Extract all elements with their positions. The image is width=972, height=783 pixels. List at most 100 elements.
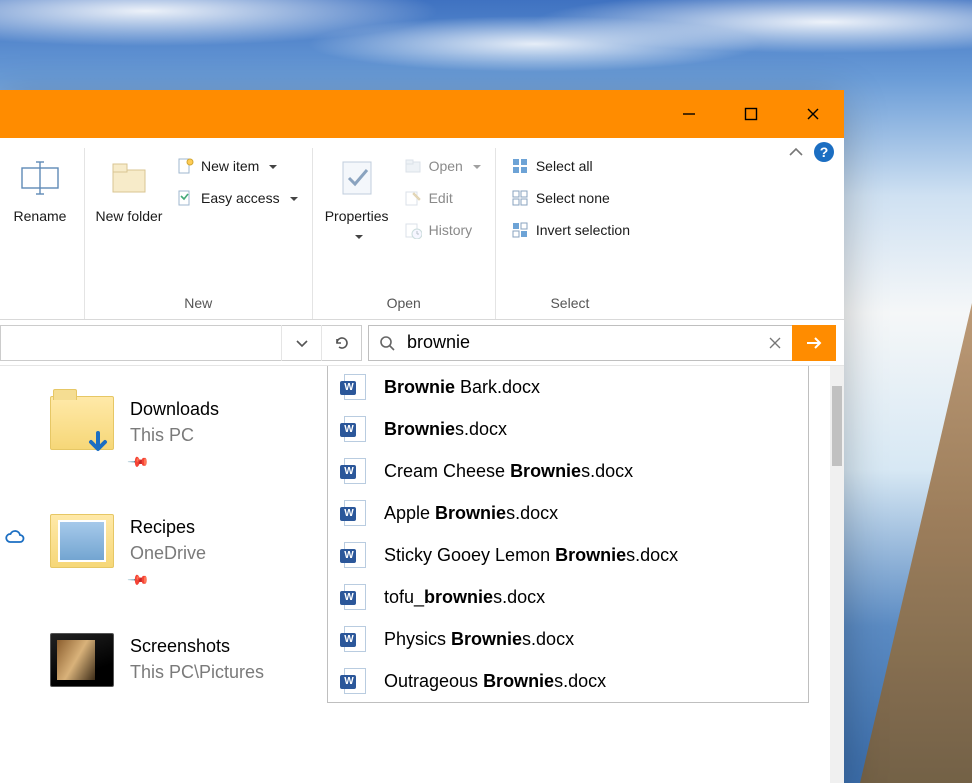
collapse-ribbon-icon[interactable] [788,146,804,158]
suggestion-text: Outrageous Brownies.docx [384,671,606,692]
suggestion-text: Cream Cheese Brownies.docx [384,461,633,482]
new-item-button[interactable]: New item [169,154,304,178]
ribbon-group-select: Select all Select none Invert selection [496,148,644,319]
edit-button[interactable]: Edit [397,186,487,210]
search-box [368,325,836,361]
cloud-status-icon [4,530,26,546]
search-icon [369,334,405,352]
scrollbar[interactable] [830,366,844,783]
ribbon-group-organize: Rename [0,148,85,319]
select-none-icon [510,188,530,208]
folder-path: This PC\Pictures [130,659,264,685]
new-folder-icon [105,154,153,202]
select-all-button[interactable]: Select all [504,154,636,178]
search-suggestion-item[interactable]: Outrageous Brownies.docx [328,660,808,702]
file-explorer-window: ? Rename New fold [0,90,844,783]
rename-button[interactable]: Rename [4,148,76,224]
word-doc-icon [344,668,366,694]
clear-search-button[interactable] [758,336,792,350]
refresh-button[interactable] [321,325,361,361]
suggestion-text: tofu_brownies.docx [384,587,545,608]
close-button[interactable] [782,90,844,138]
group-open-label: Open [387,295,421,319]
history-button[interactable]: History [397,218,487,242]
navigation-row [0,320,844,366]
pin-icon: 📌 [125,449,152,476]
new-item-label: New item [201,158,259,174]
folder-name: Downloads [130,396,219,422]
content-area: Downloads This PC 📌 Recipes OneDrive 📌 [0,366,844,783]
select-all-icon [510,156,530,176]
photo-folder-icon [50,514,114,568]
ribbon-group-new: New folder New item Easy acces [85,148,313,319]
search-suggestion-item[interactable]: Sticky Gooey Lemon Brownies.docx [328,534,808,576]
easy-access-button[interactable]: Easy access [169,186,304,210]
invert-selection-icon [510,220,530,240]
address-bar[interactable] [0,325,362,361]
folder-path: This PC [130,422,219,448]
new-folder-button[interactable]: New folder [93,148,165,224]
dropdown-caret-icon [265,158,277,174]
folder-name: Screenshots [130,633,264,659]
suggestion-text: Sticky Gooey Lemon Brownies.docx [384,545,678,566]
edit-icon [403,188,423,208]
properties-button[interactable]: Properties [321,148,393,244]
suggestion-text: Brownies.docx [384,419,507,440]
invert-selection-button[interactable]: Invert selection [504,218,636,242]
history-icon [403,220,423,240]
suggestion-text: Brownie Bark.docx [384,377,540,398]
word-doc-icon [344,584,366,610]
search-go-button[interactable] [792,325,836,361]
word-doc-icon [344,626,366,652]
word-doc-icon [344,500,366,526]
search-input[interactable] [405,332,758,353]
ribbon: Rename New folder [0,138,844,320]
edit-label: Edit [429,190,453,206]
address-history-dropdown[interactable] [281,325,321,361]
open-button[interactable]: Open [397,154,487,178]
properties-label: Properties [325,208,389,224]
open-icon [403,156,423,176]
dropdown-caret-icon [286,190,298,206]
dropdown-caret-icon [469,158,481,174]
scrollbar-thumb[interactable] [832,386,842,466]
dark-folder-icon [50,633,114,687]
search-suggestion-item[interactable]: tofu_brownies.docx [328,576,808,618]
dropdown-caret-icon [351,228,363,244]
new-item-icon [175,156,195,176]
suggestion-text: Apple Brownies.docx [384,503,558,524]
folder-path: OneDrive [130,540,206,566]
select-none-label: Select none [536,190,610,206]
help-button[interactable]: ? [814,142,834,162]
search-suggestion-item[interactable]: Apple Brownies.docx [328,492,808,534]
word-doc-icon [344,458,366,484]
history-label: History [429,222,473,238]
invert-selection-label: Invert selection [536,222,630,238]
minimize-button[interactable] [658,90,720,138]
folder-name: Recipes [130,514,206,540]
group-new-label: New [184,295,212,319]
select-all-label: Select all [536,158,593,174]
group-organize-label [38,295,42,319]
rename-icon [16,154,64,202]
easy-access-icon [175,188,195,208]
word-doc-icon [344,374,366,400]
pin-icon: 📌 [125,567,152,594]
search-suggestion-item[interactable]: Cream Cheese Brownies.docx [328,450,808,492]
select-none-button[interactable]: Select none [504,186,636,210]
group-select-label: Select [550,295,589,319]
ribbon-group-open: Properties Open Edi [313,148,496,319]
search-suggestion-item[interactable]: Physics Brownies.docx [328,618,808,660]
open-label: Open [429,158,463,174]
search-suggestion-item[interactable]: Brownies.docx [328,408,808,450]
word-doc-icon [344,542,366,568]
suggestion-text: Physics Brownies.docx [384,629,574,650]
easy-access-label: Easy access [201,190,280,206]
maximize-button[interactable] [720,90,782,138]
search-suggestion-item[interactable]: Brownie Bark.docx [328,366,808,408]
search-suggestions: Brownie Bark.docx Brownies.docx Cream Chee… [327,366,809,703]
titlebar [0,90,844,138]
new-folder-label: New folder [96,208,163,224]
download-folder-icon [50,396,114,450]
rename-label: Rename [14,208,67,224]
